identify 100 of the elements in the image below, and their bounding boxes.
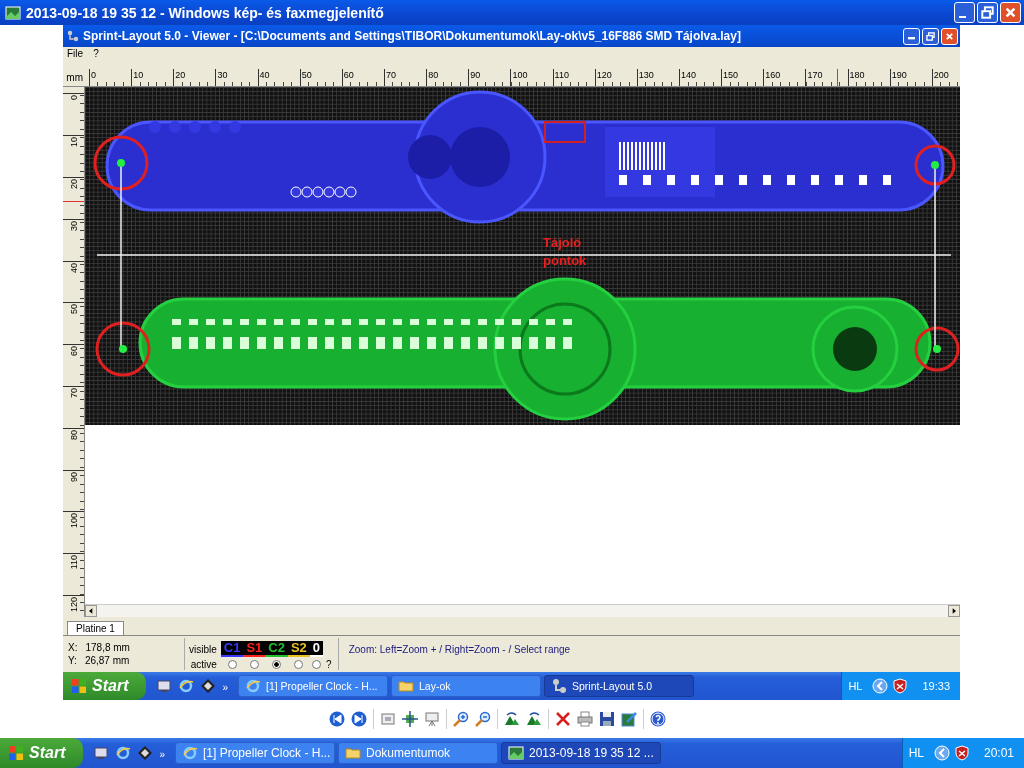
ruler-label: 20 xyxy=(173,69,216,87)
ruler-label: 10 xyxy=(131,69,174,87)
menu-item[interactable]: ? xyxy=(93,48,99,60)
taskbar-button[interactable]: 2013-09-18 19 35 12 ... xyxy=(501,742,661,764)
ruler-label: 40 xyxy=(68,262,79,273)
ruler-label: 200 xyxy=(931,69,960,87)
ruler-label: 0 xyxy=(89,69,132,87)
scroll-right-button[interactable] xyxy=(948,605,960,618)
cursor-marker xyxy=(63,201,84,203)
edit-icon[interactable] xyxy=(620,711,637,727)
browser-icon xyxy=(245,678,261,694)
layer-radio[interactable] xyxy=(227,660,237,669)
sheet-tab[interactable]: Platine 1 xyxy=(67,620,124,635)
ruler-label: 100 xyxy=(510,69,553,87)
maximize-button[interactable] xyxy=(922,27,939,45)
chevron-left-icon[interactable] xyxy=(872,678,889,694)
start-button[interactable]: Start xyxy=(0,738,84,768)
rotate-counterclockwise-icon[interactable] xyxy=(525,711,542,727)
next-image-icon[interactable] xyxy=(350,711,367,727)
desktop-icon[interactable] xyxy=(156,678,173,694)
clock: 19:33 xyxy=(922,680,950,692)
diamond-icon[interactable] xyxy=(200,678,217,694)
ruler-label: 0 xyxy=(68,95,79,101)
ruler-label: 160 xyxy=(763,69,806,87)
more-button[interactable]: » xyxy=(159,749,165,760)
right-arrow-icon xyxy=(952,608,956,615)
maximize-button[interactable] xyxy=(977,2,998,23)
ruler-label: 50 xyxy=(299,69,342,87)
chevron-left-icon[interactable] xyxy=(933,745,950,761)
left-arrow-icon xyxy=(89,608,93,615)
language-indicator[interactable]: HL xyxy=(908,746,924,760)
desktop-icon[interactable] xyxy=(93,745,110,761)
ruler-label: 110 xyxy=(68,555,79,570)
app-icon xyxy=(551,678,567,694)
cursor-marker xyxy=(837,69,838,87)
close-icon xyxy=(945,31,954,41)
taskbar-button[interactable]: Lay-ok xyxy=(391,675,541,697)
browser-icon[interactable] xyxy=(178,678,195,694)
ruler-label: 150 xyxy=(721,69,764,87)
close-button[interactable] xyxy=(941,27,958,45)
menu-item[interactable]: File xyxy=(67,48,84,60)
layer-toggle[interactable]: C2 xyxy=(265,641,288,657)
layer-radio[interactable] xyxy=(294,660,304,669)
ruler-label: 120 xyxy=(594,69,637,87)
slideshow-icon[interactable] xyxy=(423,711,440,727)
save-icon[interactable] xyxy=(598,711,615,727)
annotation-label: Tájoló pontok xyxy=(543,234,588,271)
diamond-icon[interactable] xyxy=(137,745,154,761)
layer-radio[interactable] xyxy=(272,660,282,669)
layer-radio[interactable] xyxy=(249,660,259,669)
visible-label: visible xyxy=(189,643,218,655)
start-button[interactable]: Start xyxy=(63,672,147,700)
help-link[interactable]: ? xyxy=(326,659,332,670)
zoom-in-icon[interactable] xyxy=(452,711,469,727)
ruler-label: 190 xyxy=(889,69,932,87)
ruler-label: 90 xyxy=(468,69,511,87)
more-button[interactable]: » xyxy=(222,682,228,693)
delete-icon[interactable] xyxy=(554,711,571,727)
help-icon[interactable] xyxy=(649,711,666,727)
ruler-label: 130 xyxy=(636,69,679,87)
ruler-label: 20 xyxy=(68,178,79,189)
picture-icon xyxy=(5,4,21,21)
status-message: Zoom: Left=Zoom + / Right=Zoom - / Select range xyxy=(348,643,571,655)
shield-icon[interactable] xyxy=(892,678,909,694)
ruler-label: 90 xyxy=(68,471,79,482)
close-icon xyxy=(1004,6,1017,19)
zoom-out-icon[interactable] xyxy=(474,711,491,727)
close-button[interactable] xyxy=(1000,2,1021,23)
layer-toggle[interactable]: C1 xyxy=(220,641,244,657)
layer-toggle[interactable]: S2 xyxy=(287,641,310,657)
coordinate-value: 26,87 mm xyxy=(84,654,130,666)
browser-icon[interactable] xyxy=(115,745,132,761)
scroll-left-button[interactable] xyxy=(85,605,97,618)
ruler-label: 40 xyxy=(257,69,300,87)
ruler-label: 110 xyxy=(552,69,595,87)
minimize-button[interactable] xyxy=(954,2,975,23)
actual-size-icon[interactable] xyxy=(401,711,418,727)
ruler-label: 80 xyxy=(426,69,469,87)
layer-toggle[interactable]: S1 xyxy=(243,641,266,657)
taskbar-button[interactable]: Sprint-Layout 5.0 xyxy=(544,675,694,697)
ruler-label: 180 xyxy=(847,69,890,87)
taskbar-button[interactable]: Dokumentumok xyxy=(338,742,498,764)
layer-radio[interactable] xyxy=(311,660,321,669)
taskbar-button[interactable]: [1] Propeller Clock - H... xyxy=(175,742,335,764)
windows-logo-icon xyxy=(8,745,24,761)
rotate-clockwise-icon[interactable] xyxy=(503,711,520,727)
ruler-label: 140 xyxy=(678,69,722,87)
restore-icon xyxy=(926,31,935,41)
minimize-button[interactable] xyxy=(903,27,920,45)
print-icon[interactable] xyxy=(576,711,593,727)
ruler-label: 60 xyxy=(341,69,384,87)
ruler-label: 70 xyxy=(68,387,79,398)
folder-icon xyxy=(398,678,414,694)
taskbar-button[interactable]: [1] Propeller Clock - H... xyxy=(238,675,388,697)
ruler-label: 70 xyxy=(384,69,427,87)
language-indicator[interactable]: HL xyxy=(848,680,863,692)
folder-icon xyxy=(345,745,361,761)
shield-icon[interactable] xyxy=(953,745,970,761)
horizontal-scrollbar[interactable] xyxy=(85,604,960,618)
previous-image-icon[interactable] xyxy=(328,711,345,727)
